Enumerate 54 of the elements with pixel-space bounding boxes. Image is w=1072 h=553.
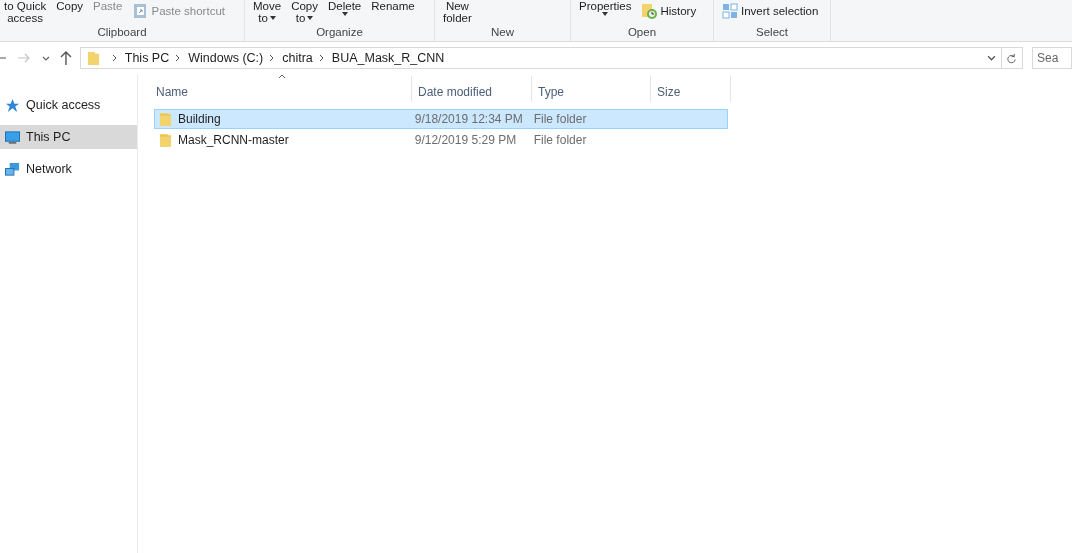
column-header[interactable]: Size <box>651 76 731 102</box>
chevron-right-icon <box>269 54 275 62</box>
table-cell-text: File folder <box>532 133 588 147</box>
file-row[interactable]: Mask_RCNN-master 9/12/2019 5:29 PM File folder <box>154 130 728 150</box>
search-field[interactable]: Sea <box>1032 47 1072 69</box>
breadcrumb[interactable]: chitra <box>282 51 313 65</box>
ribbon-group-label: Open <box>627 26 657 39</box>
table-cell-text: 9/18/2019 12:34 PM <box>413 112 524 126</box>
address-bar[interactable]: This PC Windows (C:) chitra BUA_Mask_R_CNN <box>79 47 1023 69</box>
star-icon <box>5 97 20 113</box>
ribbon-button[interactable]: Invert selection <box>718 2 823 20</box>
breadcrumb[interactable]: BUA_Mask_R_CNN <box>331 51 445 65</box>
network-icon <box>5 161 20 177</box>
folder-icon <box>159 111 172 127</box>
sidebar-item[interactable]: This PC <box>0 125 137 149</box>
breadcrumb[interactable]: This PC <box>124 51 170 65</box>
ribbon-button[interactable]: Delete <box>324 0 366 16</box>
chevron-down-icon[interactable] <box>41 55 50 61</box>
ribbon-button[interactable]: to Quick access <box>0 0 51 24</box>
table-cell-text: File folder <box>532 112 588 126</box>
up-icon[interactable] <box>59 51 72 65</box>
history-icon <box>641 3 658 19</box>
chevron-right-icon <box>318 54 324 62</box>
table-cell-text: 9/12/2019 5:29 PM <box>413 133 518 147</box>
chevron-right-icon <box>111 54 117 62</box>
ribbon-group-label: Clipboard <box>97 26 147 39</box>
ribbon-button[interactable]: New folder <box>439 0 476 24</box>
sort-ascending-icon <box>278 74 286 79</box>
breadcrumb[interactable]: Windows (C:) <box>188 51 264 65</box>
chevron-down-icon[interactable] <box>987 55 996 61</box>
ribbon-button[interactable]: Move to <box>249 0 286 24</box>
file-name: Building <box>178 112 221 126</box>
ribbon-group-label: Organize <box>316 26 363 39</box>
file-row[interactable]: Building 9/18/2019 12:34 PM File folder <box>154 109 728 129</box>
ribbon-button[interactable]: Properties <box>575 0 636 16</box>
folder-icon <box>159 132 172 148</box>
ribbon-group-label: New <box>491 26 514 39</box>
folder-icon <box>86 50 100 66</box>
monitor-icon <box>5 129 20 145</box>
file-name: Mask_RCNN-master <box>178 133 289 147</box>
invert-selection-icon <box>722 3 738 19</box>
ribbon-button[interactable]: History <box>637 2 701 20</box>
column-header[interactable]: Type <box>532 76 651 102</box>
sidebar-item[interactable]: Quick access <box>0 93 137 117</box>
ribbon-button[interactable]: Copy <box>52 0 88 12</box>
paste-shortcut-icon <box>132 3 149 19</box>
sidebar-item[interactable]: Network <box>0 157 137 181</box>
chevron-right-icon <box>175 54 181 62</box>
column-header[interactable]: Date modified <box>412 76 532 102</box>
ribbon-group-label: Select <box>756 26 788 39</box>
column-header[interactable]: Name <box>152 76 412 102</box>
refresh-icon <box>1006 52 1018 64</box>
ribbon-button[interactable]: Copy to <box>287 0 322 24</box>
ribbon-button[interactable]: Rename <box>367 0 419 12</box>
